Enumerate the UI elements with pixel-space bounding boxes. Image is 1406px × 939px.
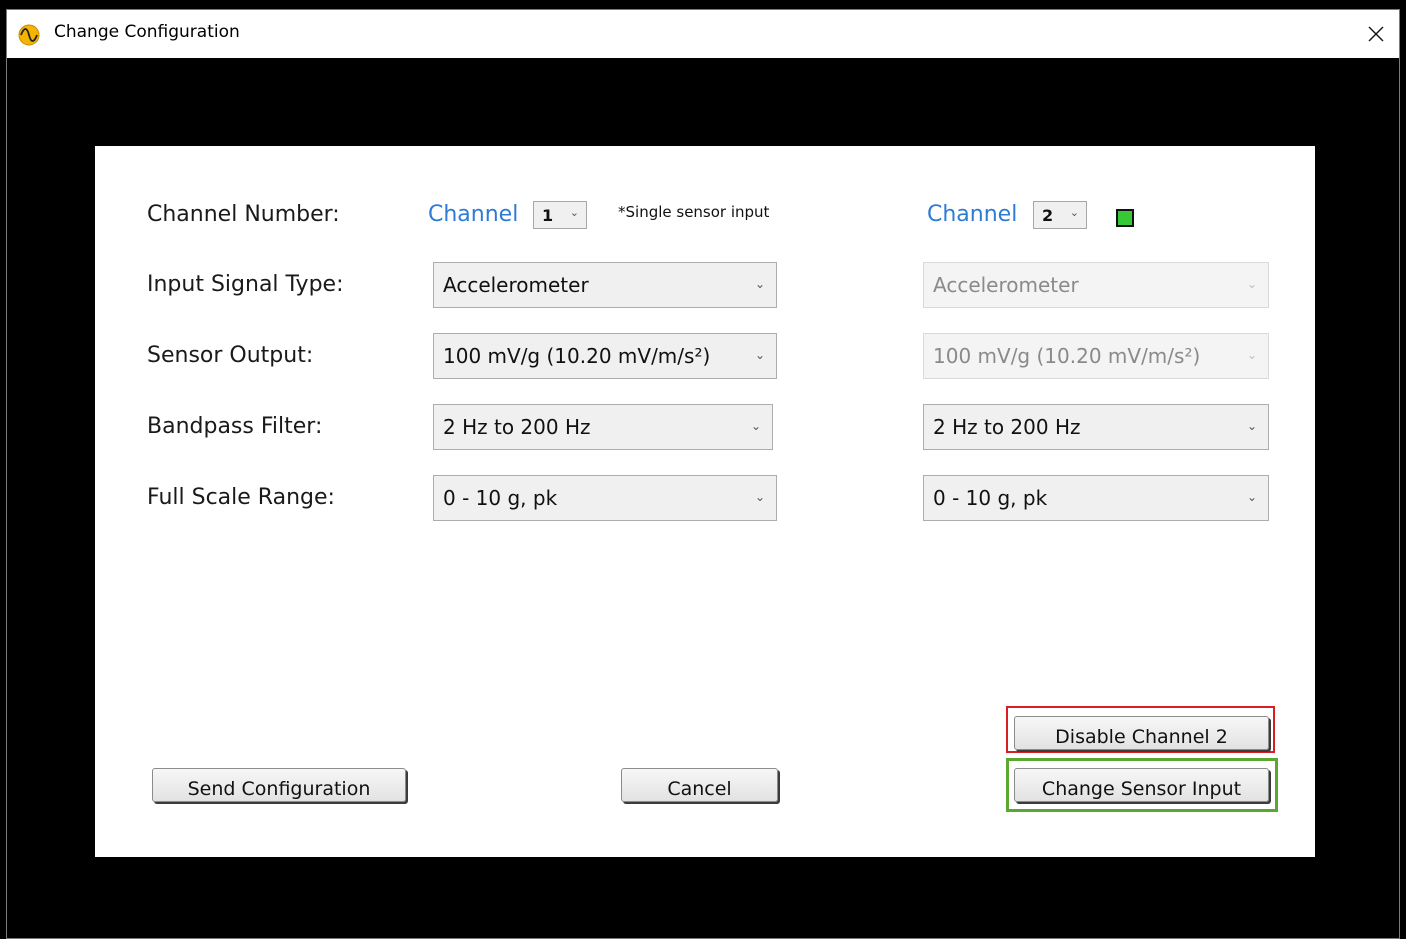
channel1-bandpass-filter-select[interactable]: 2 Hz to 200 Hz ⌄ bbox=[433, 404, 773, 450]
channel2-input-signal-type-value: Accelerometer bbox=[933, 273, 1079, 297]
disable-channel-button[interactable]: Disable Channel 2 bbox=[1014, 716, 1269, 750]
channel1-bandpass-filter-value: 2 Hz to 200 Hz bbox=[443, 415, 591, 439]
chevron-down-icon: ⌄ bbox=[1246, 419, 1257, 433]
channel2-label: Channel bbox=[927, 202, 1018, 227]
channel1-label: Channel bbox=[428, 202, 519, 227]
change-sensor-input-button[interactable]: Change Sensor Input bbox=[1014, 768, 1269, 802]
channel2-sensor-output-select: 100 mV/g (10.20 mV/m/s²) ⌄ bbox=[923, 333, 1269, 379]
channel-number-label: Channel Number: bbox=[147, 202, 340, 227]
chevron-down-icon: ⌄ bbox=[750, 419, 761, 433]
channel1-sensor-output-value: 100 mV/g (10.20 mV/m/s²) bbox=[443, 344, 711, 368]
send-configuration-button[interactable]: Send Configuration bbox=[152, 768, 406, 802]
bandpass-filter-label: Bandpass Filter: bbox=[147, 414, 323, 439]
chevron-down-icon: ⌄ bbox=[754, 277, 765, 291]
channel2-bandpass-filter-select[interactable]: 2 Hz to 200 Hz ⌄ bbox=[923, 404, 1269, 450]
chevron-down-icon: ⌄ bbox=[1246, 277, 1257, 291]
configuration-panel: Channel Number: Input Signal Type: Senso… bbox=[95, 146, 1315, 857]
input-signal-type-label: Input Signal Type: bbox=[147, 272, 344, 297]
channel2-full-scale-range-value: 0 - 10 g, pk bbox=[933, 486, 1048, 510]
channel2-input-signal-type-select: Accelerometer ⌄ bbox=[923, 262, 1269, 308]
chevron-down-icon: ⌄ bbox=[1069, 206, 1079, 219]
channel2-status-indicator bbox=[1116, 209, 1134, 227]
chevron-down-icon: ⌄ bbox=[1246, 490, 1257, 504]
channel1-sensor-output-select[interactable]: 100 mV/g (10.20 mV/m/s²) ⌄ bbox=[433, 333, 777, 379]
channel1-input-signal-type-select[interactable]: Accelerometer ⌄ bbox=[433, 262, 777, 308]
channel2-bandpass-filter-value: 2 Hz to 200 Hz bbox=[933, 415, 1081, 439]
channel1-input-signal-type-value: Accelerometer bbox=[443, 273, 589, 297]
title-bar: Change Configuration bbox=[7, 10, 1399, 58]
close-icon bbox=[1368, 26, 1384, 42]
channel1-full-scale-range-select[interactable]: 0 - 10 g, pk ⌄ bbox=[433, 475, 777, 521]
channel2-number-select[interactable]: 2 ⌄ bbox=[1033, 201, 1087, 229]
window-title: Change Configuration bbox=[54, 22, 240, 42]
full-scale-range-label: Full Scale Range: bbox=[147, 485, 335, 510]
chevron-down-icon: ⌄ bbox=[754, 490, 765, 504]
app-sine-wave-icon bbox=[18, 24, 40, 46]
sensor-output-label: Sensor Output: bbox=[147, 343, 314, 368]
close-button[interactable] bbox=[1353, 10, 1399, 58]
chevron-down-icon: ⌄ bbox=[754, 348, 765, 362]
change-configuration-window: Change Configuration Channel Number: Inp… bbox=[6, 9, 1400, 939]
channel1-number-select[interactable]: 1 ⌄ bbox=[533, 201, 587, 229]
channel1-number-value: 1 bbox=[542, 205, 554, 225]
chevron-down-icon: ⌄ bbox=[1246, 348, 1257, 362]
channel2-full-scale-range-select[interactable]: 0 - 10 g, pk ⌄ bbox=[923, 475, 1269, 521]
channel1-full-scale-range-value: 0 - 10 g, pk bbox=[443, 486, 558, 510]
channel2-number-value: 2 bbox=[1042, 205, 1054, 225]
chevron-down-icon: ⌄ bbox=[569, 206, 579, 219]
cancel-button[interactable]: Cancel bbox=[621, 768, 778, 802]
channel2-sensor-output-value: 100 mV/g (10.20 mV/m/s²) bbox=[933, 344, 1201, 368]
single-sensor-note: *Single sensor input bbox=[618, 203, 770, 221]
